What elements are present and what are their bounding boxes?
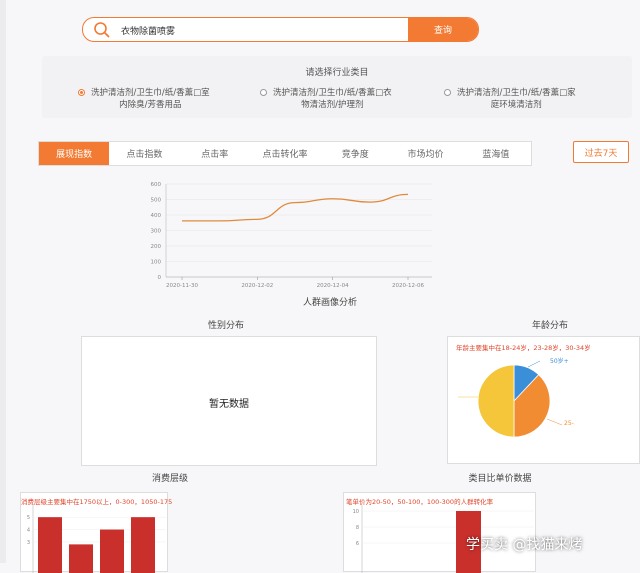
radio-selected-icon[interactable]	[78, 89, 85, 96]
tab-ctr[interactable]: 点击率	[180, 142, 250, 165]
left-edge	[0, 0, 6, 563]
consumption-bar	[100, 530, 124, 573]
page: 查询 请选择行业类目 洗护清洁剂/卫生巾/纸/香薰□室 内除臭/芳香用品 洗护清…	[0, 0, 640, 563]
industry-title: 请选择行业类目	[42, 65, 632, 78]
radio-icon[interactable]	[260, 89, 267, 96]
option-line: 内除臭/芳香用品	[91, 99, 210, 111]
y-tick-label: 10	[353, 509, 359, 515]
option-line: 洗护清洁剂/卫生巾/纸/香薰□家	[457, 87, 576, 99]
tab-blue-ocean[interactable]: 蓝海值	[461, 142, 531, 165]
x-tick-label: 2020-12-02	[241, 283, 273, 289]
y-tick-label: 400	[151, 213, 162, 219]
age-chart-box: 年龄主要集中在18-24岁，23-28岁，30-34岁 50岁+ 25-	[447, 336, 640, 464]
y-tick-label: 500	[151, 198, 162, 204]
section-title: 人群画像分析	[270, 295, 390, 308]
price-bar-chart: 10 8 6	[344, 493, 537, 573]
option-line: 洗护清洁剂/卫生巾/纸/香薰□衣	[273, 87, 392, 99]
consumption-bar	[69, 544, 93, 573]
tab-click-conversion[interactable]: 点击转化率	[250, 142, 320, 165]
watermark: 学买卖 @找猫来烤	[466, 534, 582, 554]
consumption-title: 消费层级	[130, 471, 210, 484]
radio-icon[interactable]	[444, 89, 451, 96]
consumption-bar	[131, 517, 155, 573]
y-tick-label: 200	[151, 244, 162, 250]
legend-line	[528, 361, 540, 367]
y-tick-label: 100	[151, 260, 162, 266]
consumption-bar-chart: 5 4 3	[21, 493, 169, 573]
consumption-bar	[38, 517, 62, 573]
x-tick-label: 2020-11-30	[166, 283, 198, 289]
search-button[interactable]: 查询	[408, 18, 478, 41]
metric-tabs: 展现指数 点击指数 点击率 点击转化率 竞争度 市场均价 蓝海值	[38, 141, 532, 166]
y-tick-label: 600	[151, 182, 162, 188]
age-legend-label: 50岁+	[550, 356, 569, 365]
gender-title: 性别分布	[186, 318, 266, 331]
search-icon	[93, 21, 111, 39]
no-data-text: 暂无数据	[82, 395, 376, 410]
industry-option-2[interactable]: 洗护清洁剂/卫生巾/纸/香薰□衣 物清洁剂/护理剂	[260, 87, 392, 111]
tab-market-price[interactable]: 市场均价	[390, 142, 460, 165]
tab-impression-index[interactable]: 展现指数	[39, 142, 109, 165]
age-legend-label: 25-	[564, 420, 574, 427]
trend-line	[182, 194, 408, 221]
price-chart-box: 笔单价为20-50，50-100，100-300的人群转化率 1086	[343, 492, 536, 572]
search-input[interactable]	[119, 20, 403, 41]
age-pie-chart	[448, 337, 640, 465]
x-tick-label: 2020-12-06	[392, 283, 424, 289]
pie-slice	[478, 365, 514, 437]
y-tick-label: 4	[27, 528, 30, 534]
age-title: 年龄分布	[510, 318, 590, 331]
y-tick-label: 300	[151, 229, 162, 235]
option-line: 庭环境清洁剂	[457, 99, 576, 111]
search-bar: 查询	[82, 17, 479, 42]
x-tick-label: 2020-12-04	[317, 283, 349, 289]
legend-line	[547, 419, 562, 425]
y-tick-label: 0	[158, 275, 162, 281]
option-line: 物清洁剂/护理剂	[273, 99, 392, 111]
gender-chart-box: 暂无数据	[81, 336, 377, 466]
industry-option-3[interactable]: 洗护清洁剂/卫生巾/纸/香薰□家 庭环境清洁剂	[444, 87, 576, 111]
y-tick-label: 3	[27, 540, 30, 546]
consumption-chart-box: 消费层级主要集中在1750以上，0-300，1050-175 543	[20, 492, 168, 572]
option-line: 洗护清洁剂/卫生巾/纸/香薰□室	[91, 87, 210, 99]
industry-selector: 请选择行业类目 洗护清洁剂/卫生巾/纸/香薰□室 内除臭/芳香用品 洗护清洁剂/…	[42, 56, 632, 118]
y-tick-label: 5	[27, 515, 30, 521]
y-tick-label: 8	[356, 525, 359, 531]
industry-option-1[interactable]: 洗护清洁剂/卫生巾/纸/香薰□室 内除臭/芳香用品	[78, 87, 210, 111]
tab-click-index[interactable]: 点击指数	[109, 142, 179, 165]
price-title: 类目比单价数据	[440, 471, 560, 484]
y-tick-label: 6	[356, 541, 359, 547]
tab-competition[interactable]: 竞争度	[320, 142, 390, 165]
trend-line-chart: 0 100 200 300 400 500 600 2020-11-30 2020-12-02 2…	[140, 176, 440, 290]
date-range-button[interactable]: 过去7天	[573, 141, 629, 163]
